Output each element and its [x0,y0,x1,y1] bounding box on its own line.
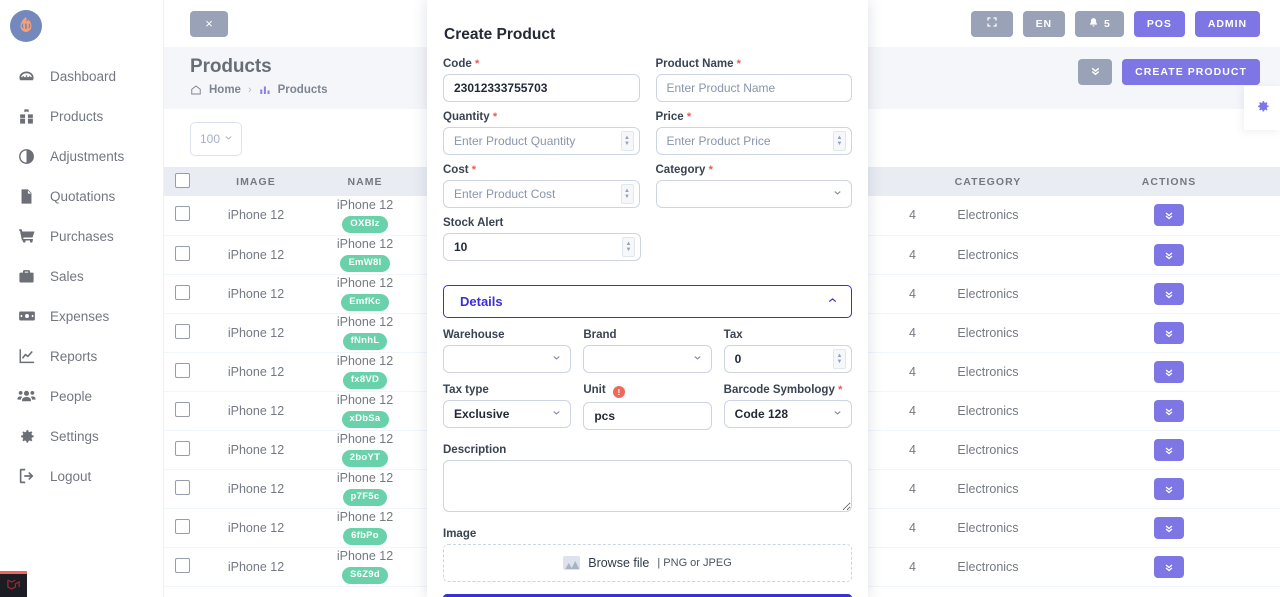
brand-label: Brand [583,329,617,341]
field-tax: Tax ▲▼ [723,329,852,373]
cost-input[interactable] [443,180,640,208]
chevron-down-icon [551,352,562,366]
cost-label: Cost * [443,164,477,176]
chevron-down-icon [551,407,562,421]
field-brand: Brand [583,329,712,373]
price-label: Price * [655,111,692,123]
tax-type-value: Exclusive [454,407,510,421]
stock-alert-label: Stock Alert [443,217,504,229]
modal-row-stock-alert: Stock Alert ▲▼ [443,217,852,270]
laravel-icon [6,577,21,595]
modal-row-code-name: Code * Product Name * [443,58,852,111]
quantity-stepper[interactable]: ▲ ▼ [620,131,634,151]
category-select[interactable] [655,180,852,208]
browse-file-label: Browse file [588,556,650,570]
required-marker: * [471,164,477,176]
brand-select[interactable] [583,345,712,373]
price-stepper[interactable]: ▲ ▼ [833,131,846,151]
required-marker: * [474,58,480,70]
product-name-input[interactable] [655,74,852,102]
create-product-modal: Create Product Code * Product Name * Qua… [427,0,868,597]
exclamation-circle-icon[interactable]: ! [612,386,625,398]
code-label: Code * [443,58,480,70]
field-unit: Unit ! [583,384,712,430]
chevron-down-icon [692,352,703,366]
tax-type-label: Tax type [443,384,489,396]
required-marker: * [686,111,692,123]
required-marker: * [838,384,843,396]
field-product-name: Product Name * [655,58,852,102]
chevron-down-icon [832,187,843,201]
picture-icon [563,556,581,570]
field-code: Code * [443,58,640,102]
unit-label: Unit ! [583,384,711,398]
field-category: Category * [655,164,852,208]
code-input[interactable] [443,74,640,102]
modal-row-warehouse-brand-tax: Warehouse Brand Tax ▲▼ [443,329,852,373]
barcode-label: Barcode Symbology * [723,384,843,396]
product-name-label: Product Name * [655,58,741,70]
field-stock-alert: Stock Alert ▲▼ [443,217,641,261]
quantity-label: Quantity * [443,111,498,123]
field-description: Description [443,444,852,512]
required-marker: * [708,164,713,176]
details-section-toggle[interactable]: Details [443,285,852,318]
field-cost: Cost * ▲▼ [443,164,640,208]
unit-input[interactable] [583,402,712,430]
warehouse-select[interactable] [443,345,572,373]
category-label: Category * [655,164,713,176]
stock-alert-stepper[interactable]: ▲ ▼ [622,237,635,257]
barcode-select[interactable]: Code 128 [723,400,852,428]
description-label: Description [443,444,507,456]
description-textarea[interactable] [443,460,852,512]
tax-label: Tax [723,329,743,341]
chevron-up-icon [826,294,839,310]
chevron-down-icon [832,407,843,421]
image-label: Image [443,528,477,540]
details-label: Details [460,294,503,309]
tax-type-select[interactable]: Exclusive [443,400,572,428]
modal-row-cost-category: Cost * ▲▼ Category * [443,164,852,217]
modal-row-quantity-price: Quantity * ▲▼ Price * ▲▼ [443,111,852,164]
file-types-label: | PNG or JPEG [657,557,732,569]
stock-alert-input[interactable] [443,233,641,261]
required-marker: * [736,58,741,70]
field-tax-type: Tax type Exclusive [443,384,572,430]
quantity-input[interactable] [443,127,640,155]
field-image: Image Browse file | PNG or JPEG [443,528,852,582]
image-dropzone[interactable]: Browse file | PNG or JPEG [443,544,852,582]
warehouse-label: Warehouse [443,329,505,341]
modal-title: Create Product [444,26,556,43]
field-price: Price * ▲▼ [655,111,852,155]
price-input[interactable] [655,127,852,155]
barcode-value: Code 128 [734,407,789,421]
required-marker: * [492,111,498,123]
tax-stepper[interactable]: ▲ ▼ [832,349,846,369]
field-quantity: Quantity * ▲▼ [443,111,640,155]
field-warehouse: Warehouse [443,329,572,373]
field-barcode-symbology: Barcode Symbology * Code 128 [723,384,852,430]
modal-row-taxtype-unit-barcode: Tax type Exclusive Unit ! Barcode Symbol… [443,384,852,430]
debugbar-toggle[interactable] [0,571,27,597]
cost-stepper[interactable]: ▲ ▼ [620,184,634,204]
